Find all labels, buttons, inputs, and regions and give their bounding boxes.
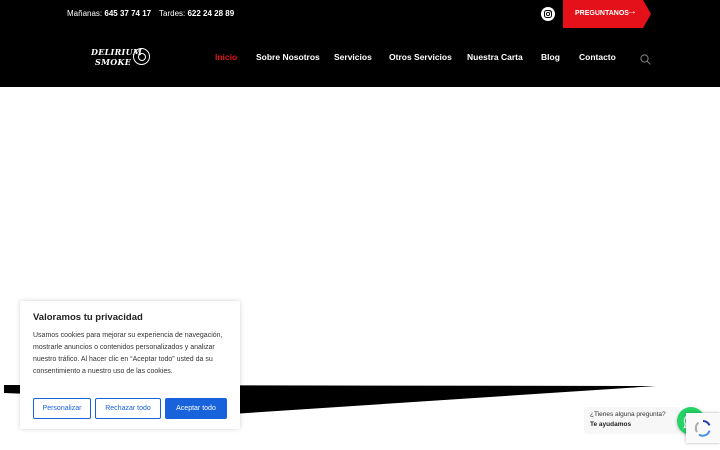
cookie-description: Usamos cookies para mejorar su experienc… [33,332,223,375]
logo-badge-icon [133,48,150,65]
preguntanos-button[interactable]: PREGUNTANOS → [563,0,651,28]
nav-item-inicio[interactable]: Inicio [215,52,237,62]
top-bar: Mañanas: 645 37 74 17 Tardes: 622 24 28 … [0,0,720,28]
arrow-right-icon: → [627,6,637,17]
morning-number: 645 37 74 17 [104,9,152,18]
page: Mañanas: 645 37 74 17 Tardes: 622 24 28 … [0,0,720,450]
logo-line-2: SMOKE [95,57,132,67]
whatsapp-answer: Te ayudamos [590,421,632,428]
recaptcha-icon [694,420,711,437]
nav-item-sobre-nosotros[interactable]: Sobre Nosotros [256,52,320,62]
morning-phone[interactable]: Mañanas: 645 37 74 17 [67,9,151,18]
preguntanos-label: PREGUNTANOS [575,10,629,17]
nav-item-nuestra-carta[interactable]: Nuestra Carta [467,52,523,62]
morning-label: Mañanas: [67,9,103,18]
whatsapp-bubble[interactable]: ¿Tienes alguna pregunta? Te ayudamos [584,407,680,434]
customize-cookies-button[interactable]: Personalizar [33,398,91,419]
nav-item-servicios[interactable]: Servicios [334,52,372,62]
recaptcha-badge[interactable] [686,413,720,443]
cookie-consent-banner: Valoramos tu privacidad Usamos cookies p… [20,301,240,429]
nav-item-contacto[interactable]: Contacto [579,52,616,62]
whatsapp-question: ¿Tienes alguna pregunta? [590,411,666,418]
search-icon[interactable] [640,52,651,70]
cookie-title: Valoramos tu privacidad [33,312,143,323]
nav-item-otros-servicios[interactable]: Otros Servicios [389,52,452,62]
evening-label: Tardes: [159,9,186,18]
site-logo[interactable]: DELIRIUM SMOKE [90,46,152,70]
accept-all-button[interactable]: Aceptar todo [165,398,227,419]
reject-all-button[interactable]: Rechazar todo [95,398,161,419]
evening-number: 622 24 28 89 [187,9,235,18]
nav-item-blog[interactable]: Blog [541,52,560,62]
instagram-icon[interactable] [541,7,555,21]
main-header: DELIRIUM SMOKE Inicio Sobre Nosotros Ser… [0,28,720,87]
evening-phone[interactable]: Tardes: 622 24 28 89 [159,9,234,18]
